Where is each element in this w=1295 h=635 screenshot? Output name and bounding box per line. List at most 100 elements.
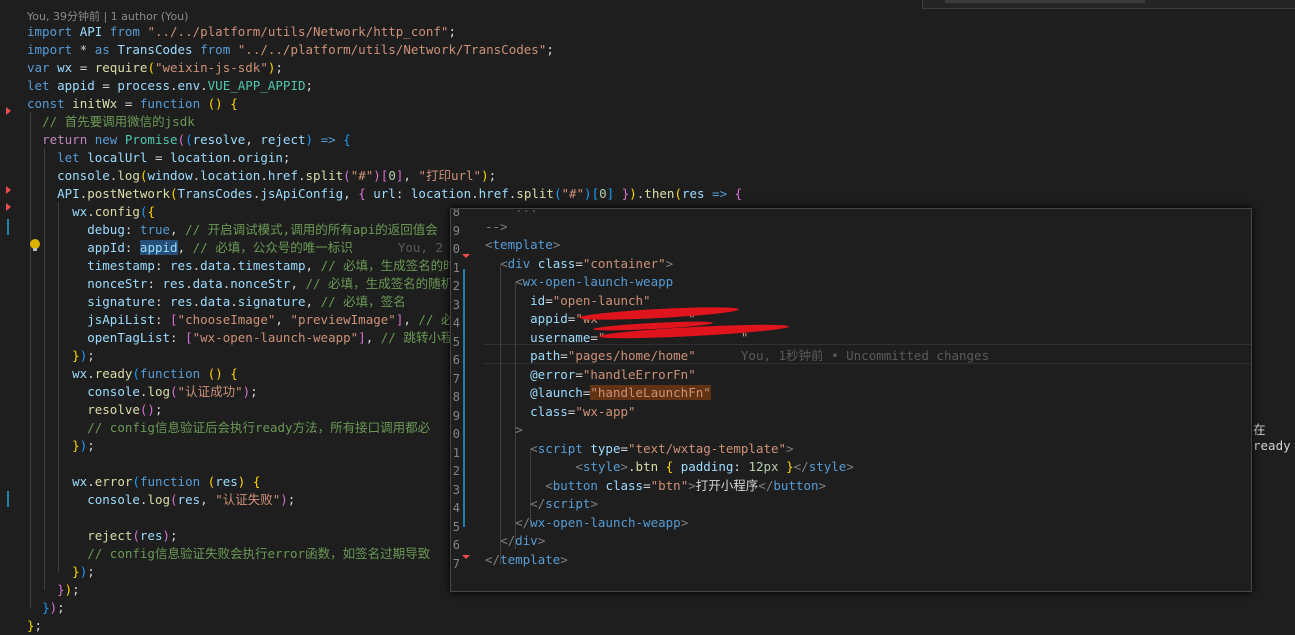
code-token: let — [57, 150, 80, 165]
code-line[interactable]: // 首先要调用微信的jsdk — [27, 113, 742, 131]
modified-lines-indicator[interactable] — [7, 219, 9, 235]
peek-line[interactable]: <wx-open-launch-weapp — [485, 273, 989, 292]
code-line[interactable]: return new Promise((resolve, reject) => … — [27, 131, 742, 149]
code-token: > — [515, 422, 523, 437]
code-token: template — [500, 551, 561, 567]
code-line[interactable]: var wx = require("weixin-js-sdk"); — [27, 59, 742, 77]
peek-modified-indicator — [463, 269, 465, 527]
code-token: "认证成功" — [177, 384, 243, 399]
code-token: wx — [57, 60, 73, 75]
modified-lines-indicator[interactable] — [7, 491, 9, 507]
peek-line[interactable]: </template> — [485, 551, 989, 570]
code-token: script — [537, 440, 583, 456]
code-token: appid — [139, 240, 178, 255]
line-number: 7 — [452, 371, 460, 386]
code-line[interactable]: }); — [27, 599, 742, 617]
breakpoint-marker[interactable] — [6, 107, 11, 115]
code-token: button — [773, 477, 819, 493]
peek-line[interactable]: @launch="handleLaunchFn" — [485, 384, 989, 403]
code-token: . — [200, 78, 208, 93]
code-line[interactable]: import * as TransCodes from "../../platf… — [27, 41, 742, 59]
code-line[interactable]: const initWx = function () { — [27, 95, 742, 113]
peek-code[interactable]: * ...--><template> <div class="container… — [485, 209, 989, 570]
code-token: , — [170, 222, 186, 237]
peek-line[interactable]: <style>.btn { padding: 12px }</style> — [485, 458, 989, 477]
code-token: reject — [260, 132, 306, 147]
lightbulb-icon[interactable] — [30, 239, 40, 251]
code-token: origin — [237, 150, 283, 165]
breakpoint-marker[interactable] — [6, 203, 11, 211]
code-token: "wx-open-launch-weapp" — [192, 330, 359, 345]
blame-header[interactable]: You, 39分钟前 | 1 author (You) — [27, 8, 188, 24]
code-line[interactable]: API.postNetwork(TransCodes.jsApiConfig, … — [27, 185, 742, 203]
peek-line[interactable]: </script> — [485, 495, 989, 514]
peek-line[interactable]: * ... — [485, 209, 989, 218]
code-token: . — [230, 150, 238, 165]
peek-line[interactable]: id="open-launch" — [485, 292, 989, 311]
peek-line[interactable]: path="pages/home/home" You, 1秒钟前 • Uncom… — [485, 347, 989, 366]
top-frame — [922, 0, 1295, 9]
code-token: return — [42, 132, 88, 147]
code-token: => — [712, 186, 728, 201]
code-line[interactable]: console.log(window.location.href.split("… — [27, 167, 742, 185]
code-token: < — [575, 459, 583, 474]
code-token: initWx — [72, 96, 118, 111]
code-token: ; — [275, 60, 283, 75]
line-number: 3 — [452, 297, 460, 312]
code-token: // 开启调试模式,调用的所有api的返回值会 — [185, 222, 438, 237]
code-token: } — [72, 348, 80, 363]
code-token: import — [27, 42, 73, 57]
code-token: console — [87, 384, 140, 399]
code-token: // config信息验证失败会执行error函数，如签名过期导致 — [87, 546, 431, 561]
code-line[interactable]: let appid = process.env.VUE_APP_APPID; — [27, 77, 742, 95]
code-token: < — [500, 255, 508, 271]
code-token: [ — [170, 312, 178, 327]
peek-line[interactable]: > — [485, 421, 989, 440]
peek-line[interactable]: <button class="btn">打开小程序</button> — [485, 477, 989, 496]
code-token: = — [643, 477, 651, 493]
code-token: * — [72, 42, 95, 57]
peek-line[interactable]: <template> — [485, 236, 989, 255]
peek-line[interactable]: class="wx-app" — [485, 403, 989, 422]
peek-line[interactable]: --> — [485, 218, 989, 237]
code-token: "btn" — [650, 477, 689, 493]
code-token: res — [139, 528, 163, 543]
code-token: ; — [154, 402, 163, 417]
code-token: . — [192, 258, 201, 273]
code-token: </ — [515, 514, 531, 530]
code-line[interactable]: import API from "../../platform/utils/Ne… — [27, 23, 742, 41]
peek-line[interactable]: @error="handleErrorFn" — [485, 366, 989, 385]
peek-line[interactable]: </div> — [485, 532, 989, 551]
code-token: } — [27, 618, 35, 633]
code-token: button — [552, 477, 598, 493]
peek-line[interactable]: </wx-open-launch-weapp> — [485, 514, 989, 533]
peek-line[interactable]: <script type="text/wxtag-template"> — [485, 440, 989, 459]
code-token: } — [72, 438, 80, 453]
code-line[interactable]: let localUrl = location.origin; — [27, 149, 742, 167]
code-token: as — [94, 42, 110, 57]
code-token: ) — [629, 186, 637, 201]
code-token: ( — [177, 132, 186, 147]
code-line[interactable]: }; — [27, 617, 742, 635]
peek-panel[interactable]: 89012345678901234567 * ...--><template> … — [450, 208, 1252, 592]
code-token: , — [305, 294, 321, 309]
breakpoint-marker[interactable] — [6, 186, 11, 194]
code-token: "container" — [582, 255, 666, 271]
code-token: path — [530, 348, 561, 363]
code-token: var — [27, 60, 50, 75]
peek-line[interactable]: <div class="container"> — [485, 255, 989, 274]
